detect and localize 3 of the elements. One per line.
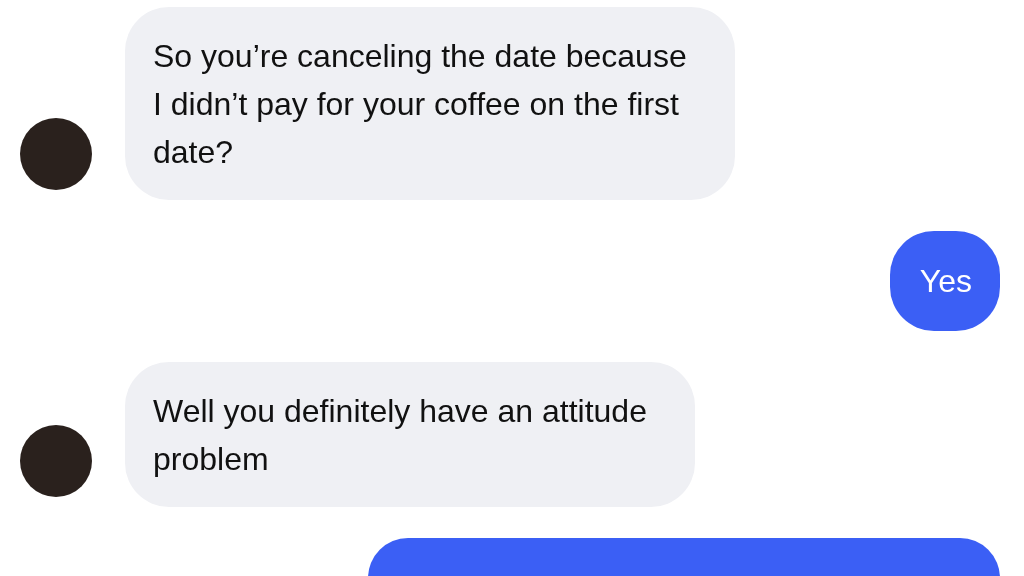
message-bubble: Well you definitely have an attitude problem [125,362,695,507]
message-bubble: Yes [889,231,1000,331]
message-bubble: So you’re canceling the date because I didn’t pay for your coffee on the first date? [125,7,735,200]
